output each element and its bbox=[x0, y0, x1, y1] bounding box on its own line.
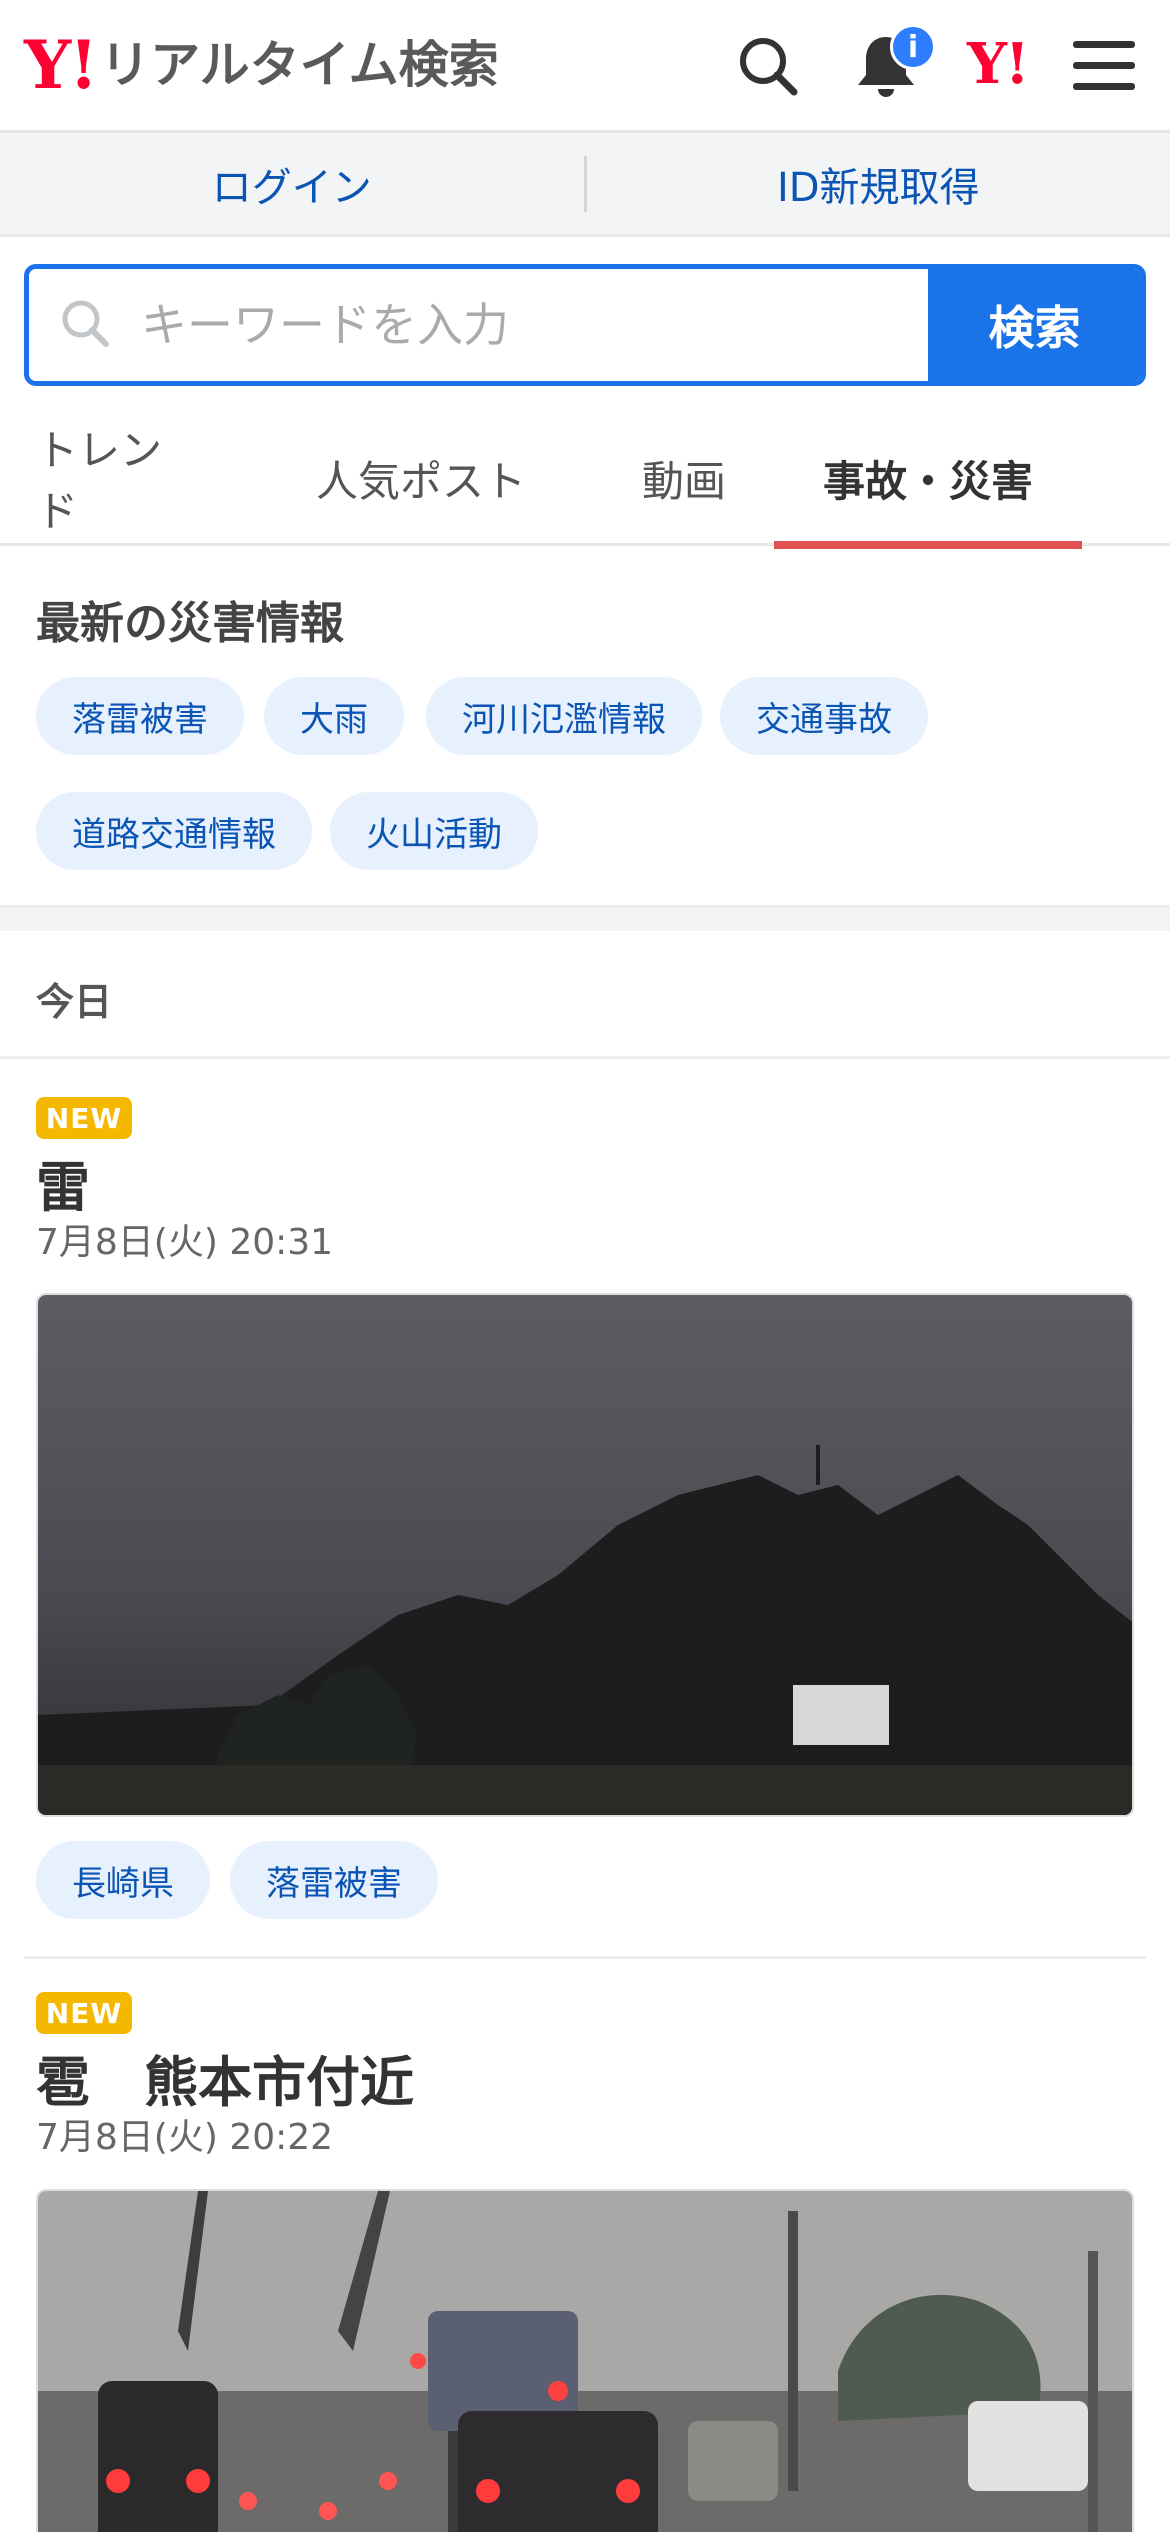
tab-video[interactable]: 動画 bbox=[616, 410, 752, 546]
notification-badge: i bbox=[890, 24, 936, 70]
post-date: 7月8日(火) 20:22 bbox=[36, 2117, 334, 2158]
post-item[interactable]: NEW 雹 熊本市付近 7月8日(火) 20:22 bbox=[0, 1959, 1170, 2532]
search-bar: 検索 bbox=[24, 264, 1146, 386]
tab-trend[interactable]: トレンド bbox=[36, 410, 202, 546]
search-field-icon bbox=[59, 297, 111, 353]
post-image-hail[interactable] bbox=[36, 2189, 1134, 2532]
auth-bar: ログイン ID新規取得 bbox=[0, 133, 1170, 237]
chip-river-flood[interactable]: 河川氾濫情報 bbox=[426, 677, 702, 755]
latest-disaster-section: 最新の災害情報 落雷被害 大雨 河川氾濫情報 交通事故 道路交通情報 火山活動 bbox=[0, 549, 1170, 905]
post-image-thunder[interactable] bbox=[36, 1293, 1134, 1817]
app-header: Y! リアルタイム検索 i Y! bbox=[0, 0, 1170, 133]
chip-lightning-damage[interactable]: 落雷被害 bbox=[36, 677, 244, 755]
post-title: 雷 bbox=[36, 1156, 90, 1219]
notification-bell-icon[interactable]: i bbox=[848, 24, 936, 104]
login-link[interactable]: ログイン bbox=[0, 133, 584, 234]
section-gap bbox=[0, 905, 1170, 931]
chip-volcano-activity[interactable]: 火山活動 bbox=[330, 792, 538, 870]
tab-popular-posts[interactable]: 人気ポスト bbox=[296, 410, 546, 546]
logo-mark: Y! bbox=[24, 26, 98, 104]
register-link[interactable]: ID新規取得 bbox=[587, 133, 1170, 234]
post-title: 雹 熊本市付近 bbox=[36, 2051, 414, 2114]
day-header: 今日 bbox=[0, 931, 1170, 1059]
post-date: 7月8日(火) 20:31 bbox=[36, 1222, 334, 1263]
logo-title: リアルタイム検索 bbox=[100, 36, 499, 94]
yahoo-japan-icon[interactable]: Y! bbox=[967, 36, 1030, 92]
category-tabs: トレンド 人気ポスト 動画 事故・災害 bbox=[0, 410, 1170, 549]
yahoo-realtime-logo[interactable]: Y! リアルタイム検索 bbox=[24, 30, 499, 100]
chip-road-traffic[interactable]: 道路交通情報 bbox=[36, 792, 312, 870]
tab-accident-disaster[interactable]: 事故・災害 bbox=[774, 410, 1082, 549]
search-input[interactable] bbox=[141, 298, 921, 352]
search-icon[interactable] bbox=[730, 28, 806, 104]
chip-heavy-rain[interactable]: 大雨 bbox=[264, 677, 404, 755]
new-badge: NEW bbox=[36, 1097, 132, 1139]
new-badge: NEW bbox=[36, 1992, 132, 2034]
chip-traffic-accident[interactable]: 交通事故 bbox=[720, 677, 928, 755]
post-tag-lightning-damage[interactable]: 落雷被害 bbox=[230, 1841, 438, 1919]
section-title: 最新の災害情報 bbox=[36, 598, 344, 649]
post-tag-nagasaki[interactable]: 長崎県 bbox=[36, 1841, 210, 1919]
post-item[interactable]: NEW 雷 7月8日(火) 20:31 長崎県 落雷被害 bbox=[0, 1059, 1170, 1956]
day-label: 今日 bbox=[36, 980, 113, 1024]
search-field-wrapper bbox=[29, 269, 928, 381]
search-button[interactable]: 検索 bbox=[928, 269, 1141, 381]
hamburger-menu-icon[interactable] bbox=[1066, 28, 1142, 104]
